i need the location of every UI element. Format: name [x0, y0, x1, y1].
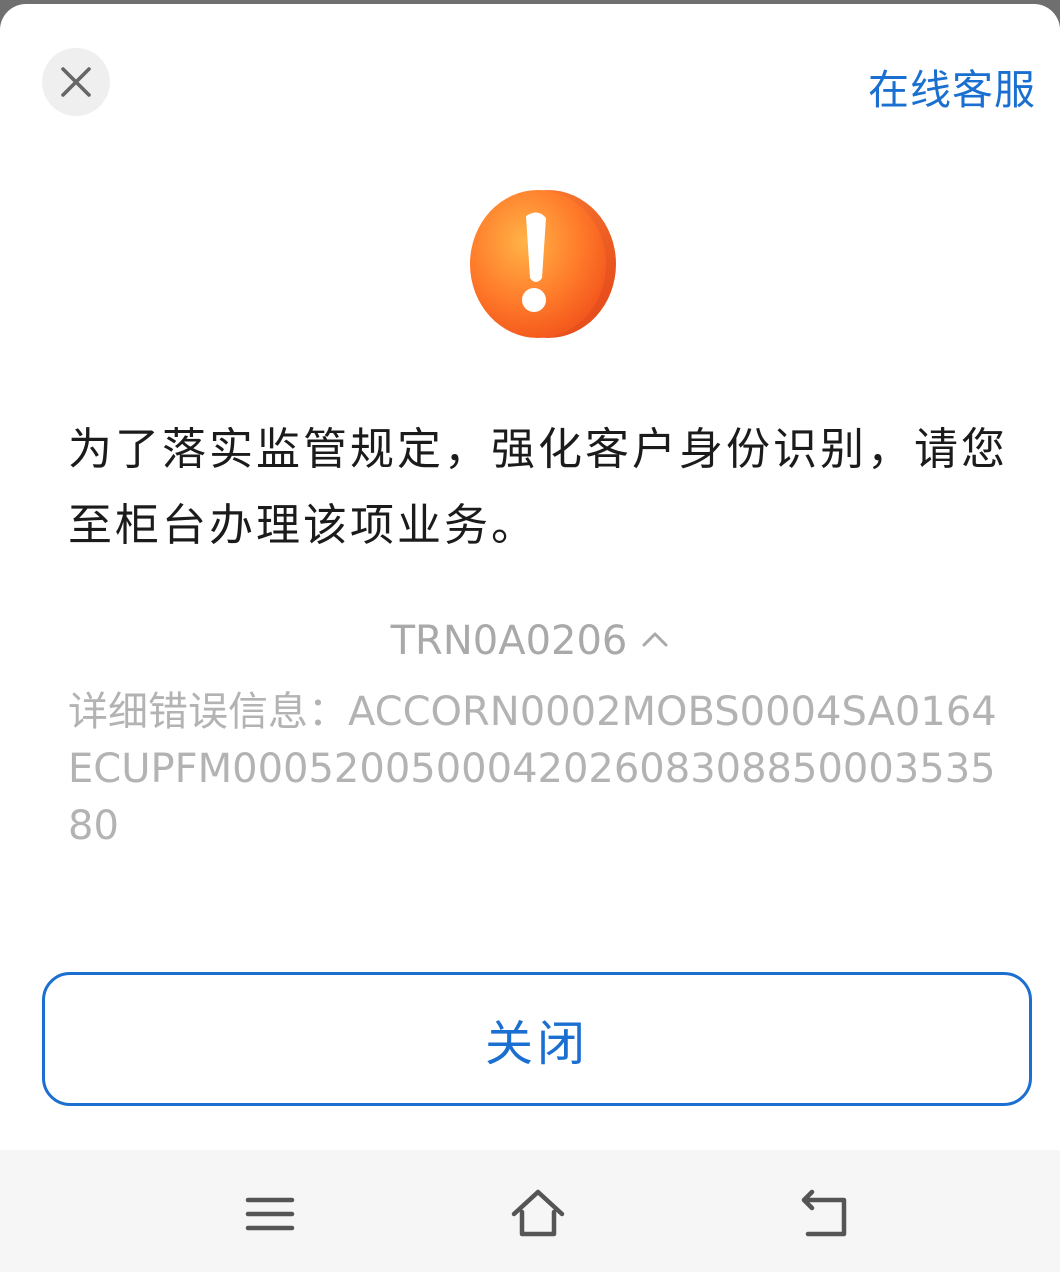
- home-icon: [511, 1189, 565, 1237]
- close-dialog-button[interactable]: [42, 48, 110, 116]
- back-icon: [801, 1189, 847, 1237]
- online-service-link[interactable]: 在线客服: [868, 56, 1036, 116]
- home-button[interactable]: [506, 1182, 570, 1246]
- close-button[interactable]: 关闭: [42, 972, 1032, 1106]
- warning-exclamation-icon: [470, 190, 616, 338]
- alert-message: 为了落实监管规定，强化客户身份识别，请您至柜台办理该项业务。: [68, 424, 1008, 551]
- chevron-up-icon: [641, 612, 669, 658]
- menu-button[interactable]: [236, 1182, 300, 1246]
- close-icon: [61, 67, 91, 97]
- error-detail-label: 详细错误信息：: [68, 689, 348, 735]
- error-code: TRN0A0206: [390, 618, 628, 664]
- system-navigation-bar: [0, 1150, 1060, 1272]
- error-code-toggle[interactable]: TRN0A0206: [0, 612, 1060, 664]
- error-dialog-sheet: 在线客服 为了落实监管规定，强化客户身份识别，请您至柜台办理该项业务。 TRN0…: [0, 4, 1060, 1272]
- back-button[interactable]: [792, 1182, 856, 1246]
- error-detail: 详细错误信息：ACCORN0002MOBS0004SA0164ECUPFM000…: [68, 684, 1008, 855]
- menu-icon: [245, 1197, 295, 1231]
